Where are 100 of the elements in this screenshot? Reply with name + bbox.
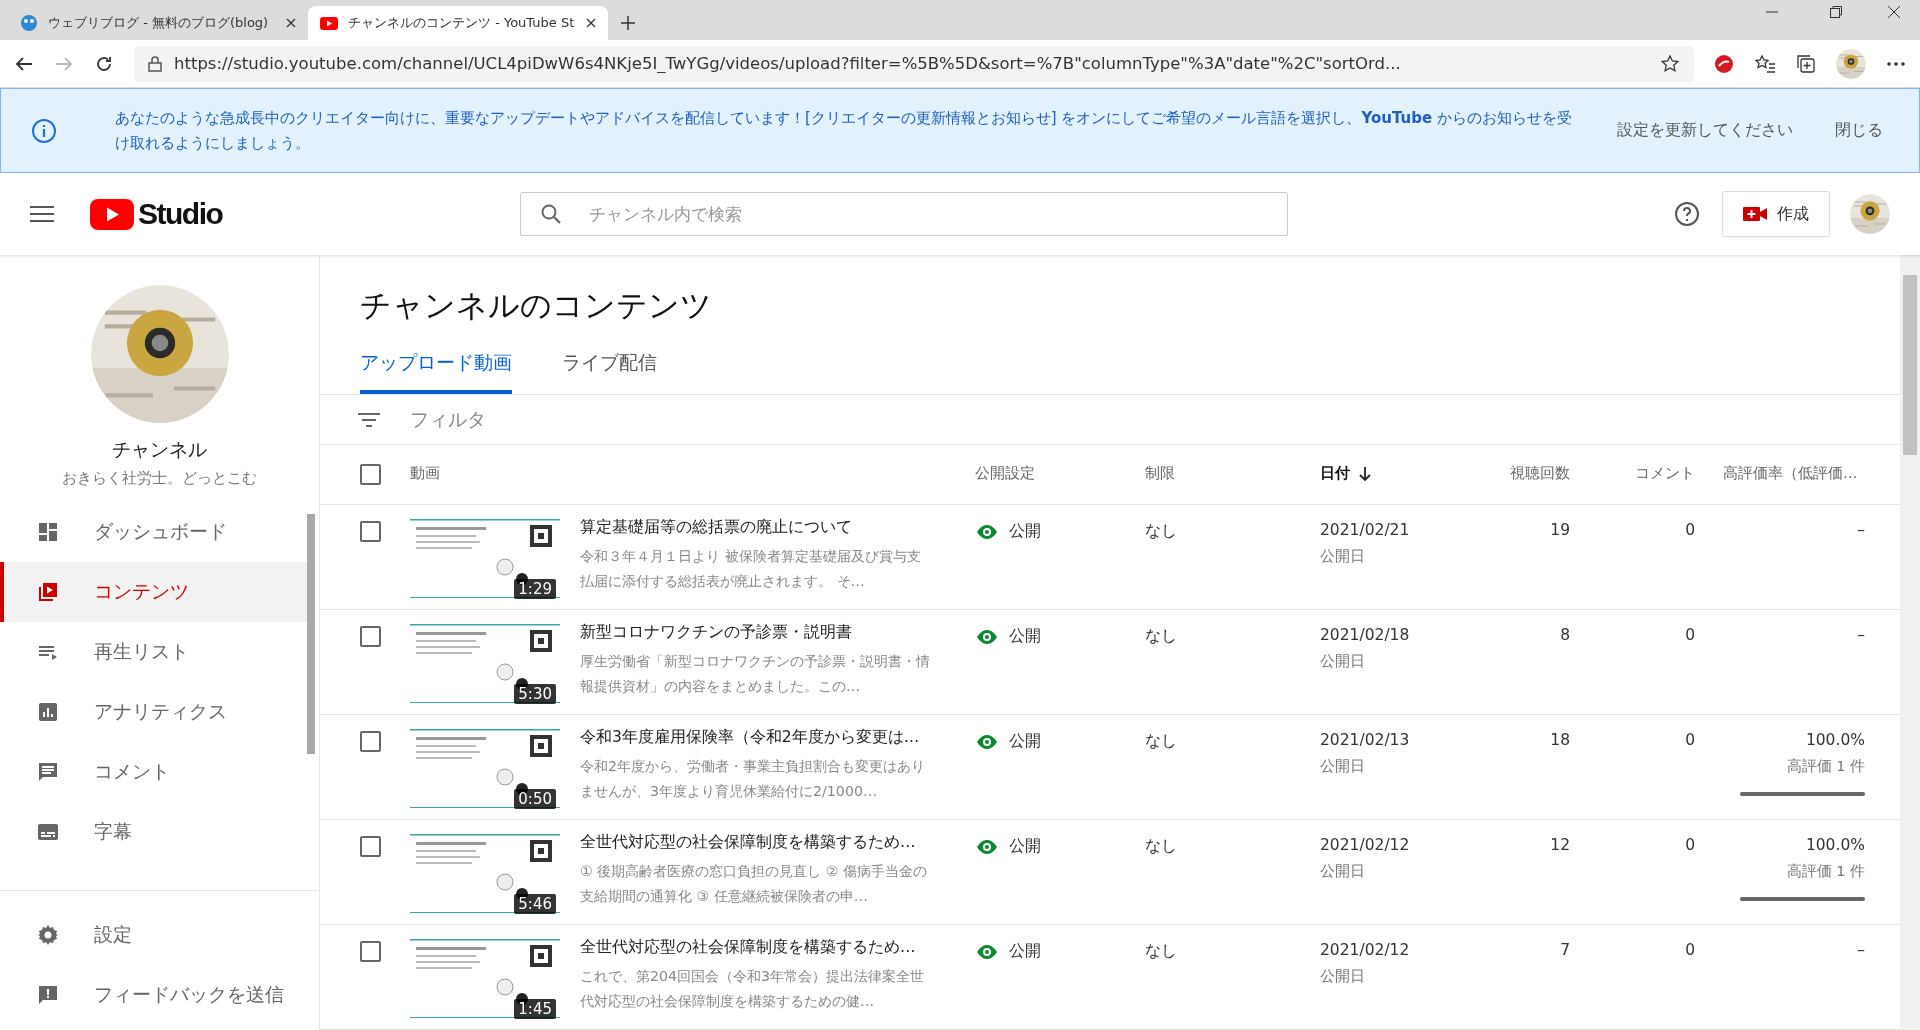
comments-count: 0	[1685, 626, 1695, 644]
views-count: 19	[1550, 521, 1570, 539]
comments-count: 0	[1685, 521, 1695, 539]
date-label: 公開日	[1320, 967, 1365, 986]
like-ratio: –	[1857, 626, 1865, 644]
close-button[interactable]: 閉じる	[1829, 119, 1889, 142]
column-header[interactable]: 視聴回数	[1510, 464, 1570, 483]
duration-badge: 5:30	[514, 684, 556, 704]
close-icon[interactable]	[1888, 6, 1900, 18]
new-tab-icon[interactable]	[620, 15, 636, 31]
date-text: 2021/02/13	[1320, 731, 1410, 749]
extension-icon[interactable]	[1714, 53, 1734, 74]
row-checkbox[interactable]	[360, 836, 381, 857]
sidebar-item[interactable]: コメント	[0, 742, 307, 802]
row-checkbox[interactable]	[360, 626, 381, 647]
settings-icon	[36, 923, 60, 947]
video-description: ① 後期高齢者医療の窓口負担の見直し ② 傷病手当金の支給期間の通算化 ③ 任意継続被保険者の申…	[580, 862, 928, 906]
bar-chart-icon	[36, 700, 60, 724]
video-description: 令和2年度から、労働者・事業主負担割合も変更はありませんが、3年度より育児休業給付に2/1000…	[580, 757, 927, 801]
views-count: 7	[1560, 941, 1570, 959]
video-title[interactable]: 新型コロナワクチンの予診票・説明書	[580, 622, 930, 643]
column-header[interactable]: 日付	[1320, 464, 1372, 483]
sidebar-item[interactable]: 再生リスト	[0, 622, 307, 682]
restriction-text: なし	[1145, 626, 1177, 647]
sort-down-icon	[1358, 465, 1372, 482]
like-ratio: 100.0%	[1805, 836, 1865, 854]
search-icon	[540, 203, 563, 225]
video-description: 令和３年４月１日より 被保険者算定基礎届及び賞与支払届に添付する総括表が廃止されます。 そ…	[580, 547, 922, 591]
column-header[interactable]: コメント	[1635, 464, 1695, 483]
eye-icon	[975, 628, 999, 645]
filter-icon[interactable]	[358, 411, 380, 428]
profile-avatar[interactable]	[1836, 48, 1866, 79]
content-tab[interactable]: アップロード動画	[360, 340, 512, 395]
duration-badge: 1:45	[514, 999, 556, 1019]
eye-icon	[975, 733, 999, 750]
dashboard-icon	[36, 520, 60, 544]
date-text: 2021/02/18	[1320, 626, 1410, 644]
address-field[interactable]: https://studio.youtube.com/channel/UCL4piDwW6s4NKje5I_TwYGg/videos/upload?filter=%5B%5D&sort=%7B"columnType"%3A"date"%2C"sortOrd...	[134, 45, 1694, 82]
account-avatar[interactable]	[1850, 194, 1890, 234]
close-icon	[286, 18, 296, 28]
sidebar-item[interactable]: 設定	[0, 905, 307, 965]
like-ratio: –	[1857, 521, 1865, 539]
notice-text: あなたのような急成長中のクリエイター向けに、重要なアップデートやアドバイスを配信しています！[クリエイターの更新情報とお知らせ] をオンにしてご希望のメール言語を選択し、YouTube からのお知らせを受け取れるようにしましょう。	[114, 107, 1573, 154]
favorites-icon[interactable]	[1754, 53, 1776, 74]
page-title: チャンネルのコンテンツ	[359, 286, 713, 325]
comments-count: 0	[1685, 836, 1695, 854]
date-label: 公開日	[1320, 652, 1365, 671]
eye-icon	[975, 523, 999, 540]
collections-icon[interactable]	[1796, 53, 1816, 74]
restore-icon[interactable]	[1830, 6, 1842, 18]
duration-badge: 1:29	[514, 579, 556, 599]
video-title[interactable]: 全世代対応型の社会保障制度を構築するため…	[580, 832, 930, 853]
filter-field[interactable]: フィルタ	[410, 406, 486, 433]
column-header[interactable]: 高評価率（低評価…	[1723, 464, 1858, 483]
visibility-text: 公開	[1009, 521, 1041, 542]
studio-logo-text: Studio	[138, 197, 223, 231]
comments-count: 0	[1685, 731, 1695, 749]
sidebar-item[interactable]: アナリティクス	[0, 682, 307, 742]
row-checkbox[interactable]	[360, 731, 381, 752]
sidebar-item[interactable]: ダッシュボード	[0, 502, 307, 562]
like-count: 高評価 1 件	[1786, 862, 1865, 881]
row-checkbox[interactable]	[360, 941, 381, 962]
like-ratio: –	[1857, 941, 1865, 959]
comments-count: 0	[1685, 941, 1695, 959]
like-ratio: 100.0%	[1805, 731, 1865, 749]
video-title[interactable]: 令和3年度雇用保険率（令和2年度から変更は…	[580, 727, 930, 748]
eye-icon	[975, 943, 999, 960]
date-text: 2021/02/21	[1320, 521, 1410, 539]
search-field[interactable]: チャンネル内で検索	[520, 192, 1289, 236]
browser-tab[interactable]: チャンネルのコンテンツ - YouTube St	[308, 6, 608, 40]
video-title[interactable]: 算定基礎届等の総括票の廃止について	[580, 517, 930, 538]
restriction-text: なし	[1145, 521, 1177, 542]
content-tab[interactable]: ライブ配信	[562, 340, 657, 395]
sidebar-item[interactable]: フィードバックを送信	[0, 965, 307, 1025]
eye-icon	[975, 838, 999, 855]
video-stack-icon	[36, 580, 60, 604]
globe-icon	[20, 14, 38, 32]
date-label: 公開日	[1320, 757, 1365, 776]
sidebar-item[interactable]: コンテンツ	[0, 562, 307, 622]
play-logo-icon	[320, 16, 338, 30]
column-header[interactable]: 制限	[1145, 464, 1175, 483]
browser-tab[interactable]: ウェブリブログ - 無料のブログ(blog)	[8, 6, 308, 40]
column-header[interactable]: 公開設定	[975, 464, 1035, 483]
update-settings-button[interactable]: 設定を更新してください	[1611, 119, 1799, 142]
more-icon[interactable]	[1886, 60, 1906, 67]
select-all-checkbox[interactable]	[360, 464, 381, 485]
video-title[interactable]: 全世代対応型の社会保障制度を構築するため…	[580, 937, 930, 958]
duration-badge: 0:50	[514, 789, 556, 809]
create-button[interactable]: 作成	[1722, 191, 1830, 237]
visibility-text: 公開	[1009, 626, 1041, 647]
sidebar-item[interactable]: 字幕	[0, 802, 307, 862]
date-label: 公開日	[1320, 547, 1365, 566]
feedback-icon	[36, 983, 60, 1007]
favorite-star-icon[interactable]	[1660, 53, 1680, 74]
info-icon	[31, 117, 57, 144]
date-text: 2021/02/12	[1320, 836, 1410, 854]
column-header[interactable]: 動画	[410, 464, 440, 483]
row-checkbox[interactable]	[360, 521, 381, 542]
help-icon[interactable]	[1674, 201, 1700, 227]
menu-icon[interactable]	[30, 205, 54, 223]
